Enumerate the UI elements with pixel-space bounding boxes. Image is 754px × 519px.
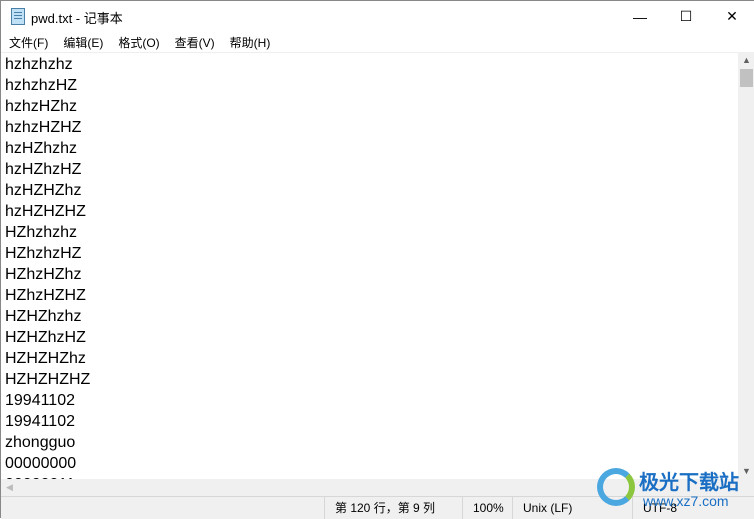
text-line: 00000000: [5, 455, 77, 472]
text-line: 19941102: [5, 413, 75, 430]
notepad-icon: [11, 8, 25, 25]
scroll-corner: [738, 479, 754, 496]
menu-bar: 文件(F) 编辑(E) 格式(O) 查看(V) 帮助(H): [1, 32, 754, 52]
text-editor[interactable]: hzhzhzhz hzhzhzHZ hzhzHZhz hzhzHZHZ hzHZhzhz…: [1, 52, 738, 479]
maximize-button[interactable]: ☐: [663, 1, 709, 32]
text-line: HZhzHZhz: [5, 266, 82, 283]
text-line: hzhzhzhz: [5, 56, 73, 73]
status-position: 第 120 行，第 9 列: [324, 497, 456, 519]
text-line: hzhzHZhz: [5, 98, 78, 115]
text-line: hzhzhzHZ: [5, 77, 78, 94]
text-line: HZhzhzHZ: [5, 245, 82, 262]
menu-edit[interactable]: 编辑(E): [55, 32, 110, 52]
menu-file[interactable]: 文件(F): [1, 32, 55, 52]
text-line: hzHZHZhz: [5, 182, 82, 199]
text-line: HZHZHZhz: [5, 350, 86, 367]
status-line-ending: Unix (LF): [512, 497, 632, 519]
text-line: HZHZHZHZ: [5, 371, 91, 388]
window-title: pwd.txt - 记事本: [31, 11, 123, 26]
text-line: hzHZHZHZ: [5, 203, 86, 220]
vertical-scrollbar[interactable]: ▲ ▼: [738, 52, 754, 479]
text-line: HZhzHZHZ: [5, 287, 86, 304]
text-line: hzhzHZHZ: [5, 119, 82, 136]
menu-format[interactable]: 格式(O): [110, 32, 166, 52]
status-encoding: UTF-8: [632, 497, 754, 519]
close-button[interactable]: ✕: [709, 1, 754, 32]
menu-help[interactable]: 帮助(H): [222, 32, 278, 52]
title-bar: pwd.txt - 记事本 — ☐ ✕: [1, 1, 754, 32]
text-line: zhongguo: [5, 434, 76, 451]
minimize-button[interactable]: —: [617, 1, 663, 32]
horizontal-scrollbar[interactable]: ◀: [1, 479, 738, 496]
text-line: HZHZhzHZ: [5, 329, 86, 346]
scroll-left-icon[interactable]: ◀: [1, 482, 18, 493]
status-bar: 第 120 行，第 9 列 100% Unix (LF) UTF-8: [1, 496, 754, 519]
text-line: HZhzhzhz: [5, 224, 78, 241]
text-line: HZHZhzhz: [5, 308, 82, 325]
text-line: hzHZhzHZ: [5, 161, 82, 178]
menu-view[interactable]: 查看(V): [167, 32, 222, 52]
scroll-thumb[interactable]: [740, 69, 753, 87]
scroll-up-icon[interactable]: ▲: [738, 55, 754, 65]
text-line: hzHZhzhz: [5, 140, 78, 157]
text-line: 19941102: [5, 392, 75, 409]
scroll-down-icon[interactable]: ▼: [738, 466, 754, 476]
status-zoom: 100%: [462, 497, 512, 519]
